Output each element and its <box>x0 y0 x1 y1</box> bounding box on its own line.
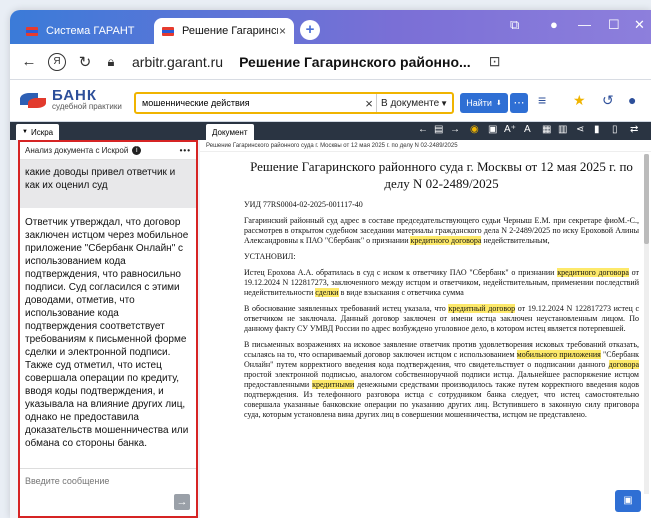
favorites-star-icon[interactable]: ★ <box>573 92 586 109</box>
url-text[interactable]: arbitr.garant.ru <box>132 54 223 70</box>
back-icon[interactable]: ← <box>16 53 42 70</box>
bookmark-icon[interactable]: ⊡ <box>489 53 501 70</box>
search-input[interactable] <box>136 98 362 108</box>
search-highlight[interactable]: кредитного договора <box>410 236 482 245</box>
iskra-panel-title: Анализ документа с Искрой <box>25 146 129 155</box>
assistant-answer: Ответчик утверждал, что договор заключен… <box>25 217 189 449</box>
logo-subtitle: судебной практики <box>52 102 122 111</box>
extended-search-button[interactable]: ⋯ <box>510 93 528 113</box>
maximize-icon[interactable]: ☐ <box>608 17 620 33</box>
bookmark-doc-icon[interactable]: ▮ <box>594 124 600 135</box>
browser-window: Система ГАРАНТ Решение Гагаринского × + … <box>10 10 651 518</box>
next-icon[interactable]: → <box>450 124 460 135</box>
search-scope-select[interactable]: В документе ▼ <box>376 94 452 112</box>
swap-icon[interactable]: ⇄ <box>630 124 638 135</box>
favicon-icon <box>26 26 38 36</box>
favicon-icon <box>162 26 174 36</box>
tabs-icon[interactable]: ⧉ <box>510 17 519 33</box>
more-icon[interactable]: ••• <box>180 146 191 155</box>
tab-document-label: Документ <box>212 127 248 137</box>
iskra-panel-header: Анализ документа с Искрой i ••• <box>20 142 196 160</box>
close-tab-icon[interactable]: × <box>279 24 286 38</box>
document-title: Решение Гагаринского районного суда г. М… <box>250 159 633 191</box>
search-highlight[interactable]: мобильного приложения <box>516 350 601 359</box>
paragraph: Истец Ерохова А.А. обратилась в суд с ис… <box>244 268 640 297</box>
save-icon[interactable]: ▥ <box>558 124 567 135</box>
logo-title: БАНК <box>52 87 98 104</box>
document-area: Решение Гагаринского районного суда г. М… <box>200 140 651 518</box>
scroll-thumb[interactable] <box>644 154 649 244</box>
history-icon[interactable]: ↺ <box>602 92 614 109</box>
print-icon[interactable]: ▦ <box>542 124 551 135</box>
chat-float-button[interactable]: ▣ <box>615 490 641 512</box>
share-icon[interactable]: ⋖ <box>576 124 584 135</box>
message-input[interactable] <box>25 473 190 489</box>
lock-icon: 🔒︎ <box>107 53 115 69</box>
find-label: Найти <box>466 98 492 108</box>
profile-icon[interactable]: ● <box>550 17 558 32</box>
established-heading: УСТАНОВИЛ: <box>244 252 296 261</box>
font-decrease-icon[interactable]: A <box>524 124 531 135</box>
tab-decision[interactable]: Решение Гагаринского × <box>154 18 294 44</box>
search-highlight[interactable]: договора <box>608 360 639 369</box>
iskra-panel: Анализ документа с Искрой i ••• какие до… <box>18 140 198 518</box>
search-highlight[interactable]: кредитного договора <box>557 268 629 277</box>
search-highlight[interactable]: кредитный договор <box>448 304 516 313</box>
message-composer: → <box>20 468 196 516</box>
yandex-icon[interactable]: Я <box>48 52 66 71</box>
user-question: какие доводы привел ответчик и как их оц… <box>20 160 196 208</box>
search-box: × В документе ▼ <box>134 92 454 114</box>
breadcrumb: Решение Гагаринского районного суда г. М… <box>200 140 651 152</box>
filter-icon: ⬇ <box>495 100 502 107</box>
document-uid: УИД 77RS0004-02-2025-001117-40 <box>244 200 363 209</box>
document-scrollbar[interactable] <box>644 154 649 494</box>
user-icon[interactable]: ● <box>628 92 636 108</box>
tab-iskra-label: Искра <box>30 127 54 137</box>
search-settings-icon[interactable]: ≡ <box>538 92 546 108</box>
page-title: Решение Гагаринского районно... <box>239 53 471 70</box>
paragraph: Гагаринский районный суд адрес в составе… <box>244 216 639 245</box>
tab-label: Система ГАРАНТ <box>46 25 135 37</box>
tab-iskra[interactable]: ▼ Искра <box>16 124 60 140</box>
ai-icon[interactable]: ▣ <box>488 124 497 135</box>
find-button[interactable]: Найти ⬇ <box>460 93 508 113</box>
logo[interactable]: БАНК судебной практики <box>20 88 122 111</box>
paragraph: В обоснование заявленных требований исте… <box>244 304 639 333</box>
close-window-icon[interactable]: ✕ <box>634 17 645 33</box>
tab-garant-system[interactable]: Система ГАРАНТ <box>18 18 150 44</box>
paragraph: В письменных возражениях на исковое заяв… <box>244 340 639 419</box>
prev-icon[interactable]: ← <box>418 124 428 135</box>
font-increase-icon[interactable]: A⁺ <box>504 124 516 135</box>
scope-label: В документе <box>381 97 440 109</box>
tab-label: Решение Гагаринского <box>182 25 278 37</box>
clear-search-icon[interactable]: × <box>362 96 376 111</box>
address-bar: ← Я ↻ 🔒︎ arbitr.garant.ru Решение Гагари… <box>10 44 651 80</box>
document-body: Решение Гагаринского районного суда г. М… <box>200 152 651 420</box>
iskra-icon[interactable]: ◉ <box>470 124 479 135</box>
minimize-icon[interactable]: — <box>578 17 591 32</box>
tab-bar: Система ГАРАНТ Решение Гагаринского × + … <box>10 10 651 44</box>
logo-mark-icon <box>20 90 46 110</box>
info-icon[interactable]: i <box>132 146 142 155</box>
new-tab-button[interactable]: + <box>300 20 320 40</box>
search-highlight[interactable]: кредитными <box>312 380 355 389</box>
chevron-down-icon: ▼ <box>22 129 28 135</box>
tab-document[interactable]: Документ <box>206 124 254 140</box>
chevron-down-icon: ▼ <box>440 98 448 108</box>
main-toolbar: ▼ Искра Документ ← ▤ → ◉ ▣ A⁺ A ▦ ▥ ⋖ ▮ … <box>10 122 651 140</box>
garant-header: БАНК судебной практики × В документе ▼ Н… <box>10 80 651 122</box>
send-button[interactable]: → <box>174 494 190 510</box>
info-icon[interactable]: ▯ <box>612 124 618 135</box>
reload-icon[interactable]: ↻ <box>72 53 98 71</box>
doc-icon[interactable]: ▤ <box>434 124 443 135</box>
search-highlight[interactable]: сделки <box>315 288 339 297</box>
